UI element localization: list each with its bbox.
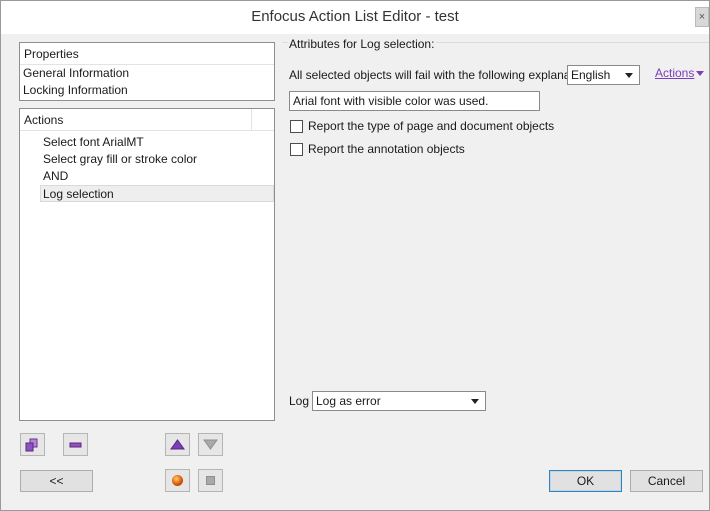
remove-action-icon — [69, 442, 82, 448]
cancel-button[interactable]: Cancel — [630, 470, 703, 492]
remove-action-button[interactable] — [63, 433, 88, 456]
move-up-button[interactable] — [165, 433, 190, 456]
log-level-select[interactable]: Log as error — [312, 391, 486, 411]
log-level-value: Log as error — [316, 394, 381, 408]
actions-menu-link[interactable]: Actions — [655, 66, 705, 80]
report-page-objects-checkbox[interactable] — [290, 120, 303, 133]
explanation-text-field[interactable]: Arial font with visible color was used. — [289, 91, 540, 111]
report-annotation-objects-checkbox[interactable] — [290, 143, 303, 156]
caret-down-icon — [696, 71, 705, 77]
collapse-button[interactable]: << — [20, 470, 93, 492]
actions-panel: Actions Select font ArialMT Select gray … — [19, 108, 275, 421]
move-down-button[interactable] — [198, 433, 223, 456]
action-item-select-font[interactable]: Select font ArialMT — [20, 134, 274, 151]
ok-button[interactable]: OK — [549, 470, 622, 492]
window-title: Enfocus Action List Editor - test — [251, 8, 459, 25]
chevron-down-icon — [625, 73, 633, 78]
actions-header: Actions — [20, 109, 274, 131]
properties-header: Properties — [20, 43, 274, 65]
explanation-label: All selected objects will fail with the … — [289, 68, 590, 82]
stop-button[interactable] — [198, 469, 223, 492]
move-down-icon — [203, 439, 218, 450]
add-action-button[interactable] — [20, 433, 45, 456]
language-select[interactable]: English — [567, 65, 640, 85]
close-icon[interactable]: × — [695, 7, 709, 27]
add-action-icon — [25, 438, 38, 452]
log-label: Log — [289, 394, 310, 408]
record-button[interactable] — [165, 469, 190, 492]
chevron-down-icon — [471, 399, 479, 404]
action-item-select-gray-fill[interactable]: Select gray fill or stroke color — [20, 151, 274, 168]
title-bar: Enfocus Action List Editor - test × — [1, 1, 709, 34]
properties-panel: Properties General Information Locking I… — [19, 42, 275, 101]
action-item-and[interactable]: AND — [20, 168, 274, 185]
action-list-editor-window: Enfocus Action List Editor - test × Prop… — [0, 0, 710, 511]
stop-icon — [206, 476, 215, 485]
report-annotation-objects-label: Report the annotation objects — [308, 142, 465, 156]
properties-item-general-information[interactable]: General Information — [20, 65, 274, 82]
language-select-value: English — [571, 68, 611, 82]
record-icon — [172, 475, 183, 486]
action-item-log-selection[interactable]: Log selection — [40, 185, 274, 202]
report-page-objects-label: Report the type of page and document obj… — [308, 119, 555, 133]
move-up-icon — [170, 439, 185, 450]
actions-menu-label: Actions — [655, 66, 695, 80]
properties-item-locking-information[interactable]: Locking Information — [20, 82, 274, 99]
explanation-text-value: Arial font with visible color was used. — [293, 94, 489, 108]
attributes-group-label: Attributes for Log selection: — [288, 37, 437, 51]
